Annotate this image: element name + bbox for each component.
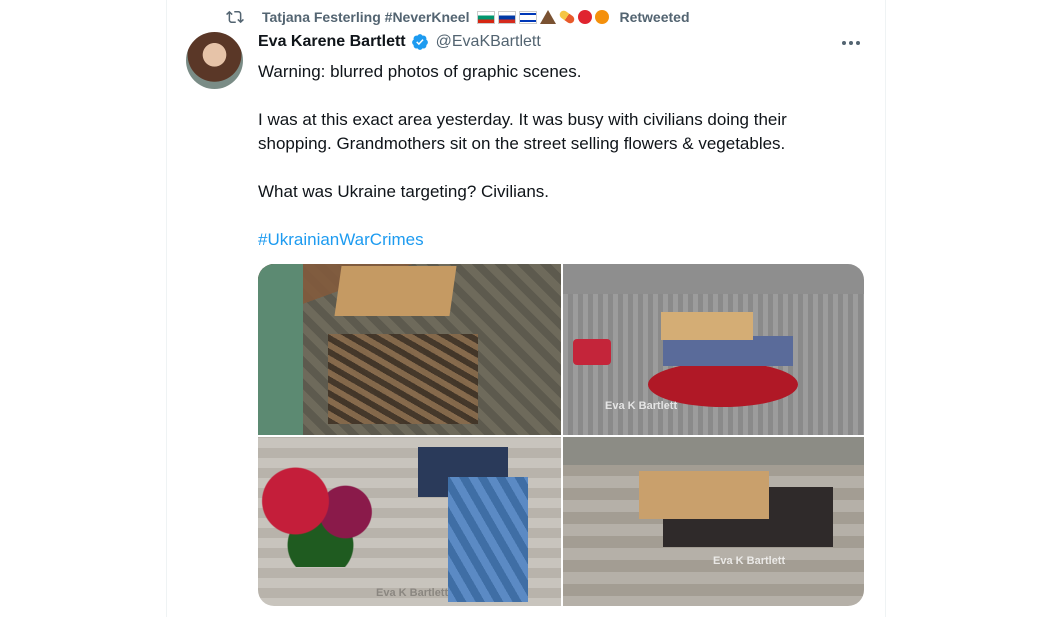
tweet-card[interactable]: Tatjana Festerling #NeverKneel Retweeted… [166, 0, 886, 617]
tweet-paragraph: I was at this exact area yesterday. It w… [258, 110, 787, 153]
media-photo-1[interactable] [258, 264, 561, 435]
photo-watermark: Eva K Bartlett [713, 555, 786, 567]
volcano-icon [540, 10, 557, 24]
tweet-paragraph: Warning: blurred photos of graphic scene… [258, 62, 582, 81]
retweet-context: Tatjana Festerling #NeverKneel Retweeted [224, 7, 690, 27]
more-options-icon[interactable] [839, 34, 863, 52]
tweet-paragraph: What was Ukraine targeting? Civilians. [258, 182, 550, 201]
retweeter-emojis [477, 9, 610, 25]
tomato-icon [578, 10, 593, 24]
author-display-name[interactable]: Eva Karene Bartlett [258, 33, 406, 51]
pill-icon [558, 9, 577, 25]
media-grid: Eva K Bartlett Eva K Bartlett Eva K Bart… [258, 264, 864, 606]
author-avatar[interactable] [186, 32, 243, 89]
author-handle[interactable]: @EvaKBartlett [436, 33, 541, 51]
retweet-icon [226, 10, 244, 24]
retweeted-label: Retweeted [619, 9, 690, 25]
tweet-text: Warning: blurred photos of graphic scene… [258, 60, 858, 252]
orange-icon [595, 10, 610, 24]
author-header: Eva Karene Bartlett @EvaKBartlett [258, 33, 541, 51]
media-photo-4[interactable]: Eva K Bartlett [563, 437, 864, 606]
flag-russia-icon [498, 10, 517, 24]
photo-watermark: Eva K Bartlett [605, 400, 678, 412]
media-photo-3[interactable]: Eva K Bartlett [258, 437, 561, 606]
media-photo-2[interactable]: Eva K Bartlett [563, 264, 864, 435]
verified-badge-icon [411, 34, 428, 50]
flag-bulgaria-icon [477, 10, 496, 24]
flag-israel-icon [519, 10, 538, 24]
photo-watermark: Eva K Bartlett [376, 587, 449, 599]
retweeter-name[interactable]: Tatjana Festerling #NeverKneel [262, 9, 469, 25]
hashtag-link[interactable]: #UkrainianWarCrimes [258, 230, 424, 249]
